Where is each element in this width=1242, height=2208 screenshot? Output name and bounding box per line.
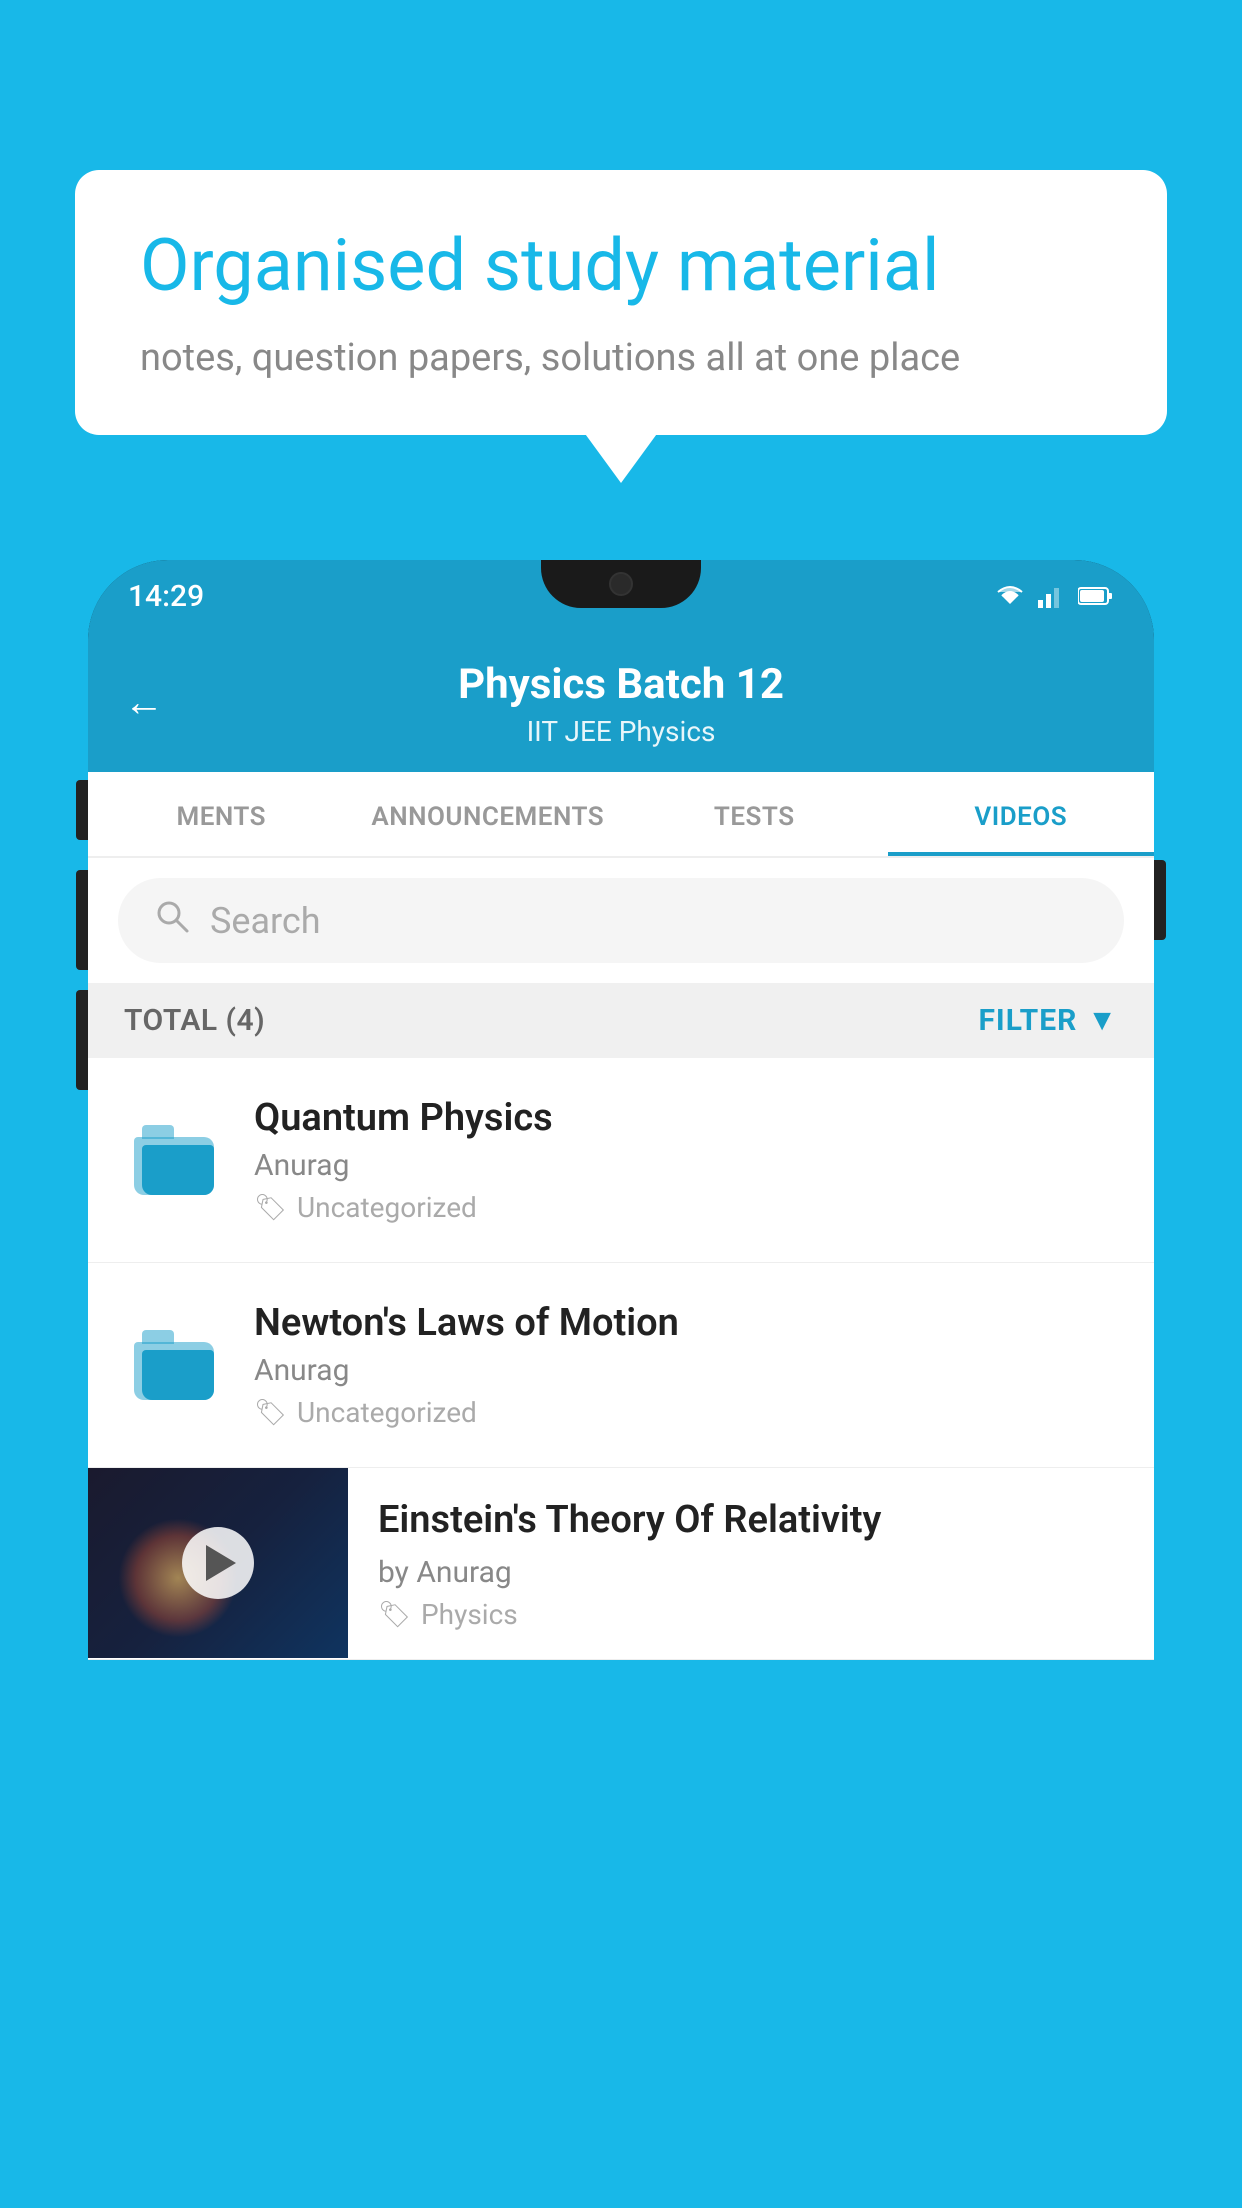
item-info: Quantum Physics Anurag 🏷 Uncategorized bbox=[254, 1096, 1118, 1224]
filter-icon: ▼ bbox=[1087, 1003, 1118, 1038]
speech-bubble: Organised study material notes, question… bbox=[75, 170, 1167, 435]
status-bar: 14:29 bbox=[88, 560, 1154, 632]
tab-announcements[interactable]: ANNOUNCEMENTS bbox=[355, 772, 622, 856]
video-title: Einstein's Theory Of Relativity bbox=[378, 1496, 1124, 1545]
tag-icon: 🏷 bbox=[378, 1600, 411, 1630]
battery-icon bbox=[1078, 586, 1114, 606]
tab-ments[interactable]: MENTS bbox=[88, 772, 355, 856]
folder-icon-wrap bbox=[124, 1315, 224, 1415]
folder-icon bbox=[134, 1330, 214, 1400]
bubble-heading: Organised study material bbox=[140, 225, 1102, 308]
tabs-container: MENTS ANNOUNCEMENTS TESTS VIDEOS bbox=[88, 772, 1154, 858]
video-author: by Anurag bbox=[378, 1555, 1124, 1590]
tag-icon: 🏷 bbox=[254, 1398, 287, 1428]
item-info: Newton's Laws of Motion Anurag 🏷 Uncateg… bbox=[254, 1301, 1118, 1429]
power-button bbox=[1154, 860, 1166, 940]
status-time: 14:29 bbox=[128, 579, 204, 614]
list-item[interactable]: Quantum Physics Anurag 🏷 Uncategorized bbox=[88, 1058, 1154, 1263]
filter-bar: TOTAL (4) FILTER ▼ bbox=[88, 983, 1154, 1058]
search-container: Search bbox=[88, 858, 1154, 983]
phone-wrapper: 14:29 bbox=[88, 560, 1154, 2208]
filter-button[interactable]: FILTER ▼ bbox=[978, 1003, 1118, 1038]
list-item[interactable]: Newton's Laws of Motion Anurag 🏷 Uncateg… bbox=[88, 1263, 1154, 1468]
item-tag: 🏷 Uncategorized bbox=[254, 1191, 1118, 1224]
folder-icon bbox=[134, 1125, 214, 1195]
video-tag: 🏷 Physics bbox=[378, 1598, 1124, 1631]
item-tag: 🏷 Uncategorized bbox=[254, 1396, 1118, 1429]
status-icons bbox=[994, 584, 1114, 608]
phone-frame: 14:29 bbox=[88, 560, 1154, 1660]
tag-icon: 🏷 bbox=[254, 1193, 287, 1223]
folder-icon-wrap bbox=[124, 1110, 224, 1210]
search-placeholder: Search bbox=[210, 900, 321, 942]
play-button[interactable] bbox=[182, 1527, 254, 1599]
video-item[interactable]: Einstein's Theory Of Relativity by Anura… bbox=[88, 1468, 1154, 1660]
bubble-subtext: notes, question papers, solutions all at… bbox=[140, 336, 1102, 380]
item-author: Anurag bbox=[254, 1148, 1118, 1183]
volume-down-button bbox=[76, 990, 88, 1090]
content-list: Quantum Physics Anurag 🏷 Uncategorized bbox=[88, 1058, 1154, 1660]
header-title: Physics Batch 12 bbox=[128, 660, 1114, 709]
wifi-icon bbox=[994, 584, 1026, 608]
item-author: Anurag bbox=[254, 1353, 1118, 1388]
item-title: Quantum Physics bbox=[254, 1096, 1118, 1140]
volume-up-button bbox=[76, 870, 88, 970]
back-button[interactable]: ← bbox=[124, 679, 164, 726]
play-icon bbox=[206, 1545, 236, 1581]
header-subtitle: IIT JEE Physics bbox=[128, 715, 1114, 748]
item-title: Newton's Laws of Motion bbox=[254, 1301, 1118, 1345]
front-camera bbox=[609, 572, 633, 596]
search-bar[interactable]: Search bbox=[118, 878, 1124, 963]
phone-notch bbox=[541, 560, 701, 608]
speech-bubble-container: Organised study material notes, question… bbox=[75, 170, 1167, 435]
tab-videos[interactable]: VIDEOS bbox=[888, 772, 1155, 856]
app-header: ← Physics Batch 12 IIT JEE Physics bbox=[88, 632, 1154, 772]
video-info: Einstein's Theory Of Relativity by Anura… bbox=[348, 1468, 1154, 1659]
tab-tests[interactable]: TESTS bbox=[621, 772, 888, 856]
search-icon bbox=[154, 898, 190, 943]
total-count: TOTAL (4) bbox=[124, 1003, 265, 1038]
video-thumbnail bbox=[88, 1468, 348, 1658]
signal-icon bbox=[1038, 584, 1066, 608]
mute-button bbox=[76, 780, 88, 840]
